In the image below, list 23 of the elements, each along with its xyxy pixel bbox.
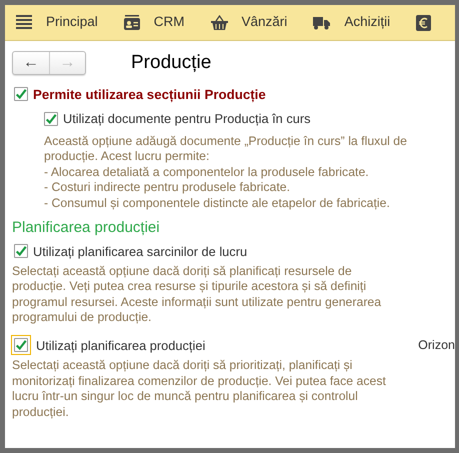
page-title: Producție <box>131 51 212 75</box>
checkbox-label[interactable]: Utilizați documente pentru Producția în curs <box>63 109 311 129</box>
menu-item[interactable]: Vânzări <box>210 12 288 33</box>
checkbox-label[interactable]: Utilizați planificarea sarcinilor de lucru <box>33 242 248 261</box>
option-description: Selectați această opțiune dacă doriți să prioritizați, planificați și monitorizați finalizarea comenzilor de producție. Vei putea face acest lucru într-un singur loc de muncă pentru planificarea și controlul producției. <box>12 358 387 420</box>
menu-item[interactable]: Achiziții <box>313 12 390 33</box>
checkbox[interactable] <box>44 112 58 126</box>
checkbox-label[interactable]: Permite utilizarea secțiunii Producție <box>33 84 266 104</box>
basket-icon <box>210 15 228 30</box>
field-label: Orizon <box>418 337 455 354</box>
checkbox[interactable] <box>14 244 28 258</box>
option-description: Această opțiune adăugă documente „Producție în curs” la fluxul de producție. Acest lucru permite: - Alocarea detaliată a componentelor la produsele fabricate. - Costuri indirecte pentru produsele fabricate. - Consumul și componentele distincte ale etapelor de fabricație. <box>44 134 408 212</box>
menu-icon <box>16 15 32 30</box>
euro-icon[interactable] <box>416 14 432 30</box>
section-heading: Planificarea producției <box>12 218 161 238</box>
menu-item[interactable]: CRM <box>124 12 185 33</box>
truck-icon <box>313 16 330 30</box>
contact-card-icon <box>124 15 140 30</box>
back-button[interactable]: ← <box>13 52 49 74</box>
checkbox-label[interactable]: Utilizați planificarea producției <box>36 336 206 355</box>
option-description: Selectați această opțiune dacă doriți să planificați resursele de producție. Veți putea crea resurse și tipurile acestora și să definiți programul resursei. Aceste informații sunt utilizate pentru generarea programului de producție. <box>12 264 382 326</box>
menu-item[interactable]: Principal <box>16 12 98 33</box>
checkbox[interactable] <box>14 87 28 102</box>
